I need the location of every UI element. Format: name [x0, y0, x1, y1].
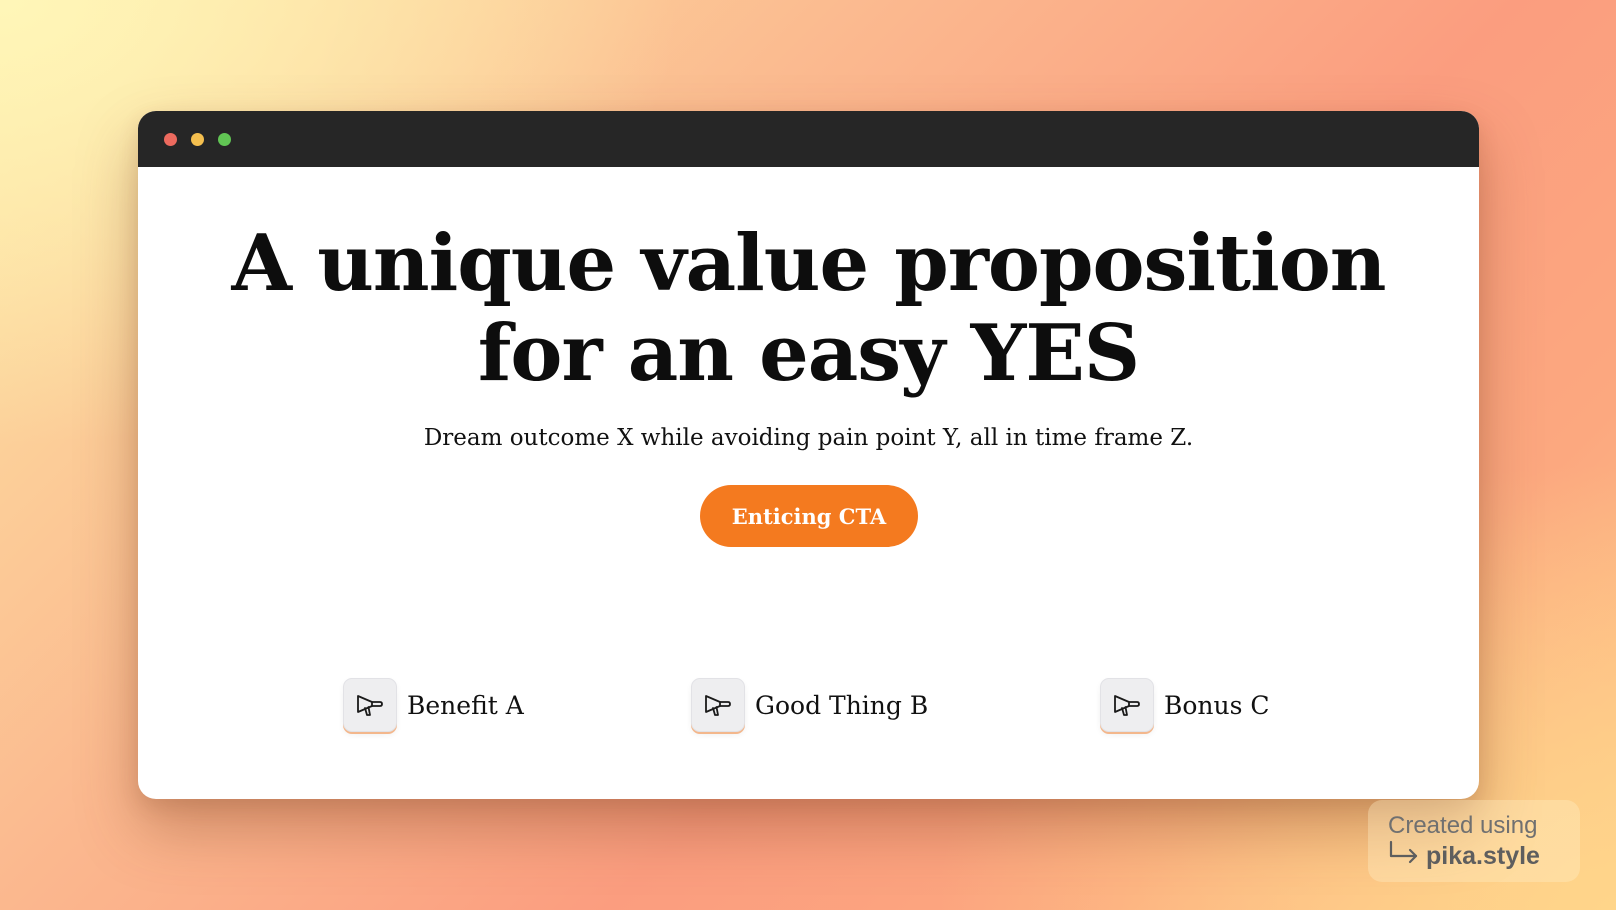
hero-section: A unique value proposition for an easy Y… [138, 167, 1479, 799]
arrow-turn-right-icon [1388, 840, 1420, 871]
headline-line-1: A unique value proposition [231, 218, 1387, 309]
headline-line-2: for an easy YES [477, 308, 1140, 399]
watermark-line-2: pika.style [1388, 840, 1580, 871]
window-titlebar [138, 111, 1479, 167]
zoom-window-dot[interactable] [218, 132, 231, 146]
minimize-window-dot[interactable] [191, 132, 204, 146]
pika-watermark[interactable]: Created using pika.style [1368, 800, 1580, 882]
megaphone-icon [1100, 678, 1154, 732]
benefit-label: Good Thing B [755, 690, 929, 720]
hero-subheadline: Dream outcome X while avoiding pain poin… [423, 425, 1194, 451]
benefit-item-c: Bonus C [1100, 677, 1270, 733]
benefit-label: Benefit A [407, 690, 524, 720]
benefit-item-b: Good Thing B [691, 677, 928, 733]
browser-window: A unique value proposition for an easy Y… [138, 111, 1479, 799]
watermark-brand: pika.style [1426, 841, 1540, 870]
close-window-dot[interactable] [164, 132, 177, 146]
cta-button[interactable]: Enticing CTA [700, 485, 918, 547]
benefit-item-a: Benefit A [343, 677, 524, 733]
megaphone-icon [343, 678, 397, 732]
hero-headline: A unique value proposition for an easy Y… [138, 219, 1479, 399]
watermark-line-1: Created using [1388, 812, 1538, 839]
benefit-label: Bonus C [1164, 690, 1270, 720]
megaphone-icon [691, 678, 745, 732]
